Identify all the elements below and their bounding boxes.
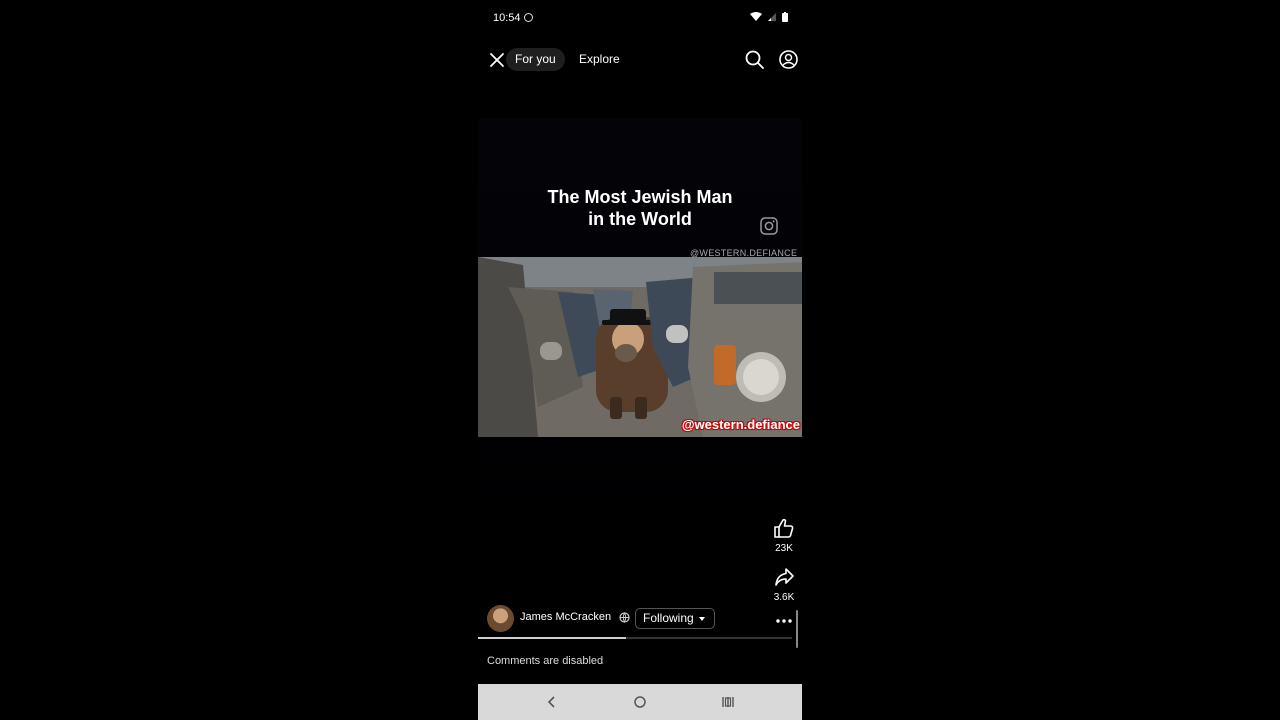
share-count: 3.6K (773, 592, 795, 603)
watermark-handle-bottom: @western.defiance (681, 417, 800, 432)
profile-icon[interactable] (778, 49, 799, 70)
following-button[interactable]: Following (635, 608, 715, 629)
scrollbar[interactable] (796, 610, 798, 648)
location-icon (524, 13, 533, 22)
tab-explore[interactable]: Explore (570, 48, 629, 71)
chevron-down-icon (698, 616, 705, 621)
caption-line-2: in the World (588, 209, 692, 229)
close-icon[interactable] (488, 51, 506, 69)
wifi-icon (750, 12, 762, 21)
comments-disabled-note: Comments are disabled (487, 655, 604, 667)
home-icon[interactable] (632, 694, 648, 710)
battery-icon (782, 12, 788, 22)
video-caption: The Most Jewish Man in the World (478, 186, 802, 230)
search-icon[interactable] (744, 49, 765, 70)
video-frame (478, 257, 802, 437)
globe-icon (619, 612, 630, 623)
status-icons (750, 12, 788, 22)
like-icon (774, 518, 794, 538)
like-count: 23K (775, 543, 793, 554)
street-photo (478, 257, 802, 437)
back-icon[interactable] (544, 694, 560, 710)
status-time: 10:54 (493, 12, 521, 24)
author-name[interactable]: James McCracken (520, 611, 611, 623)
video-progress-fill (478, 637, 626, 639)
share-icon (775, 568, 794, 586)
caption-line-1: The Most Jewish Man (547, 187, 733, 207)
instagram-icon (760, 217, 778, 235)
like-button[interactable]: 23K (772, 517, 796, 554)
recents-icon[interactable] (720, 694, 736, 710)
signal-icon (768, 13, 776, 21)
more-icon[interactable] (775, 613, 793, 627)
tab-for-you[interactable]: For you (506, 48, 565, 71)
share-button[interactable]: 3.6K (772, 566, 796, 603)
video-progress-bar[interactable] (478, 637, 792, 639)
following-label: Following (643, 611, 694, 625)
phone-screen: 10:54 For you Explore The Most Jewish Ma… (478, 0, 802, 720)
avatar[interactable] (487, 605, 514, 632)
system-nav-bar (478, 684, 802, 720)
